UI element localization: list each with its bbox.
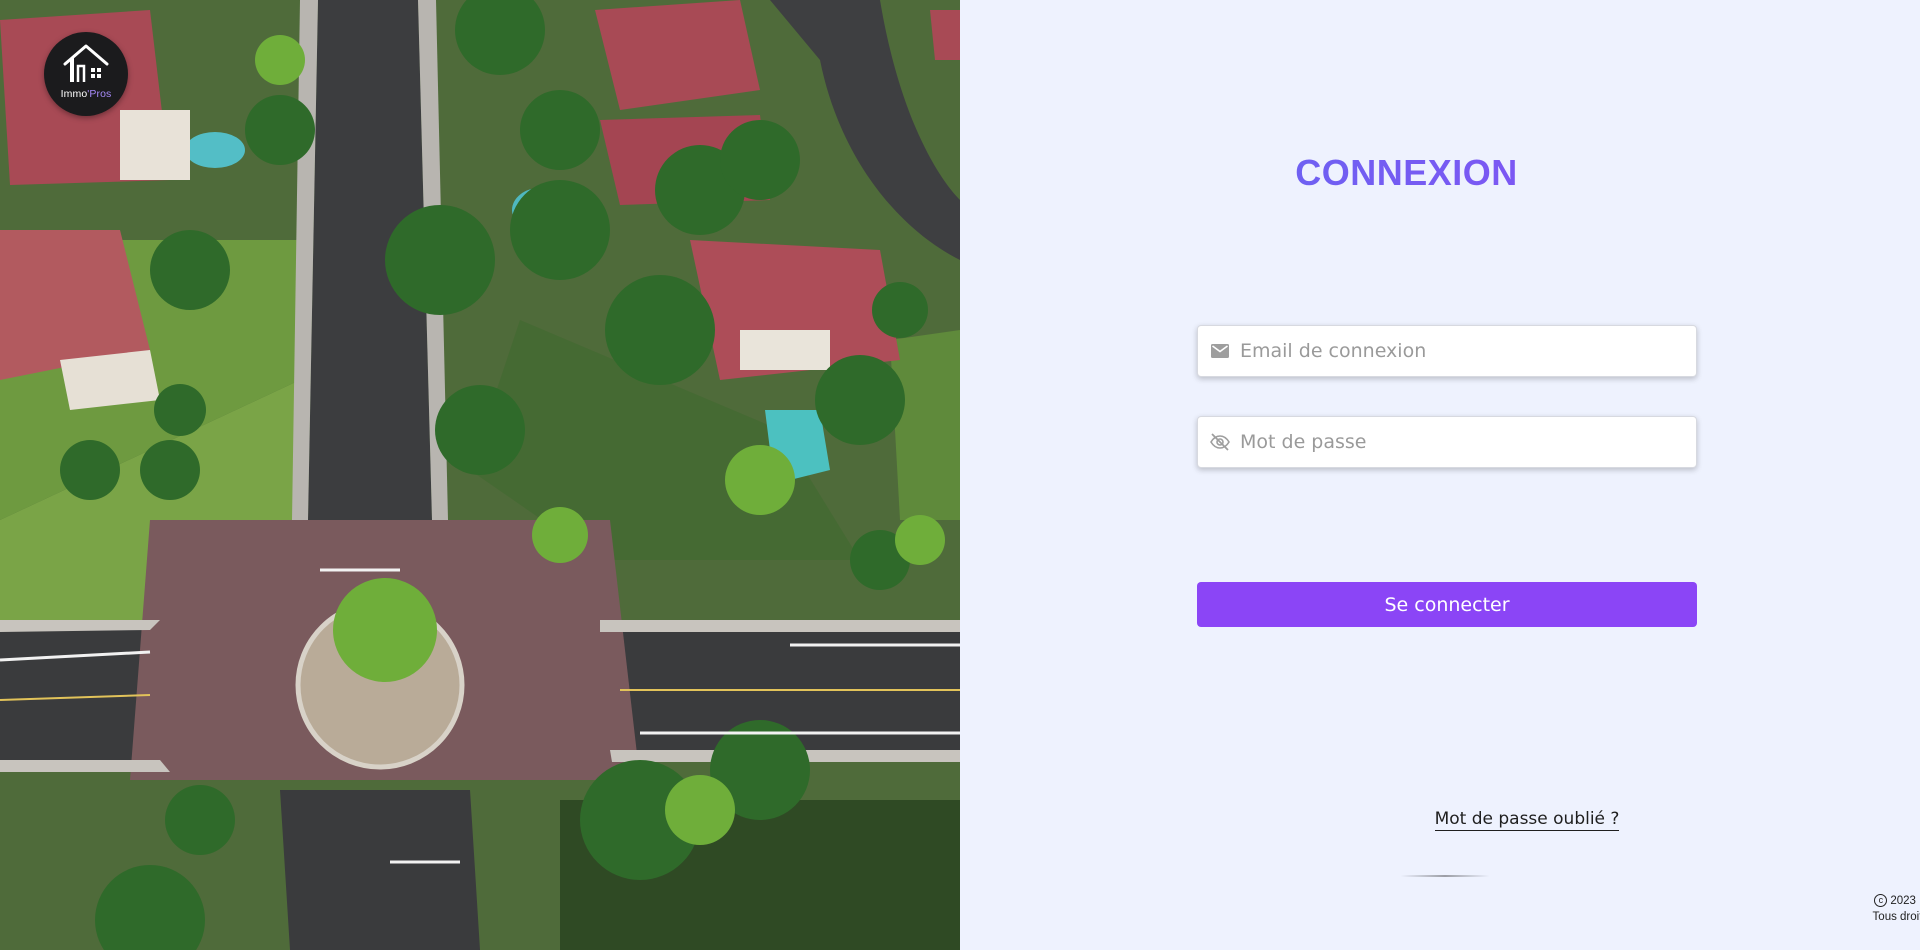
copyright-icon: c bbox=[1874, 894, 1888, 907]
footer-divider bbox=[1400, 875, 1490, 877]
logo-name: Immo bbox=[60, 88, 88, 100]
login-button[interactable]: Se connecter bbox=[1197, 582, 1697, 627]
aerial-photo bbox=[0, 0, 960, 950]
password-input[interactable] bbox=[1240, 417, 1696, 467]
logo-wordmark: Immo'Pros bbox=[44, 88, 128, 100]
page-title: CONNEXION bbox=[960, 152, 1853, 194]
eye-off-icon[interactable] bbox=[1210, 432, 1230, 452]
rights-text: Tous droits réservés bbox=[1872, 910, 1920, 923]
logo-suffix: 'Pros bbox=[87, 88, 112, 100]
copyright-text: 2023 Immo'Pros bbox=[1890, 894, 1920, 907]
forgot-password-container: Mot de passe oublié ? bbox=[960, 809, 1920, 831]
hero-aerial-image: Immo'Pros bbox=[0, 0, 960, 950]
password-field[interactable] bbox=[1197, 416, 1697, 468]
brand-logo[interactable]: Immo'Pros bbox=[44, 32, 128, 116]
mail-icon bbox=[1210, 341, 1230, 361]
copyright-line: c 2023 Immo'Pros bbox=[1874, 893, 1920, 909]
footer: c 2023 Immo'Pros Tous droits réservés bbox=[960, 892, 1920, 925]
email-input[interactable] bbox=[1240, 326, 1696, 376]
house-logo-icon bbox=[63, 44, 109, 82]
email-field[interactable] bbox=[1197, 325, 1697, 377]
login-panel: CONNEXION Se connecter Mot de passe oubl… bbox=[960, 0, 1920, 950]
forgot-password-link[interactable]: Mot de passe oublié ? bbox=[1434, 809, 1620, 831]
